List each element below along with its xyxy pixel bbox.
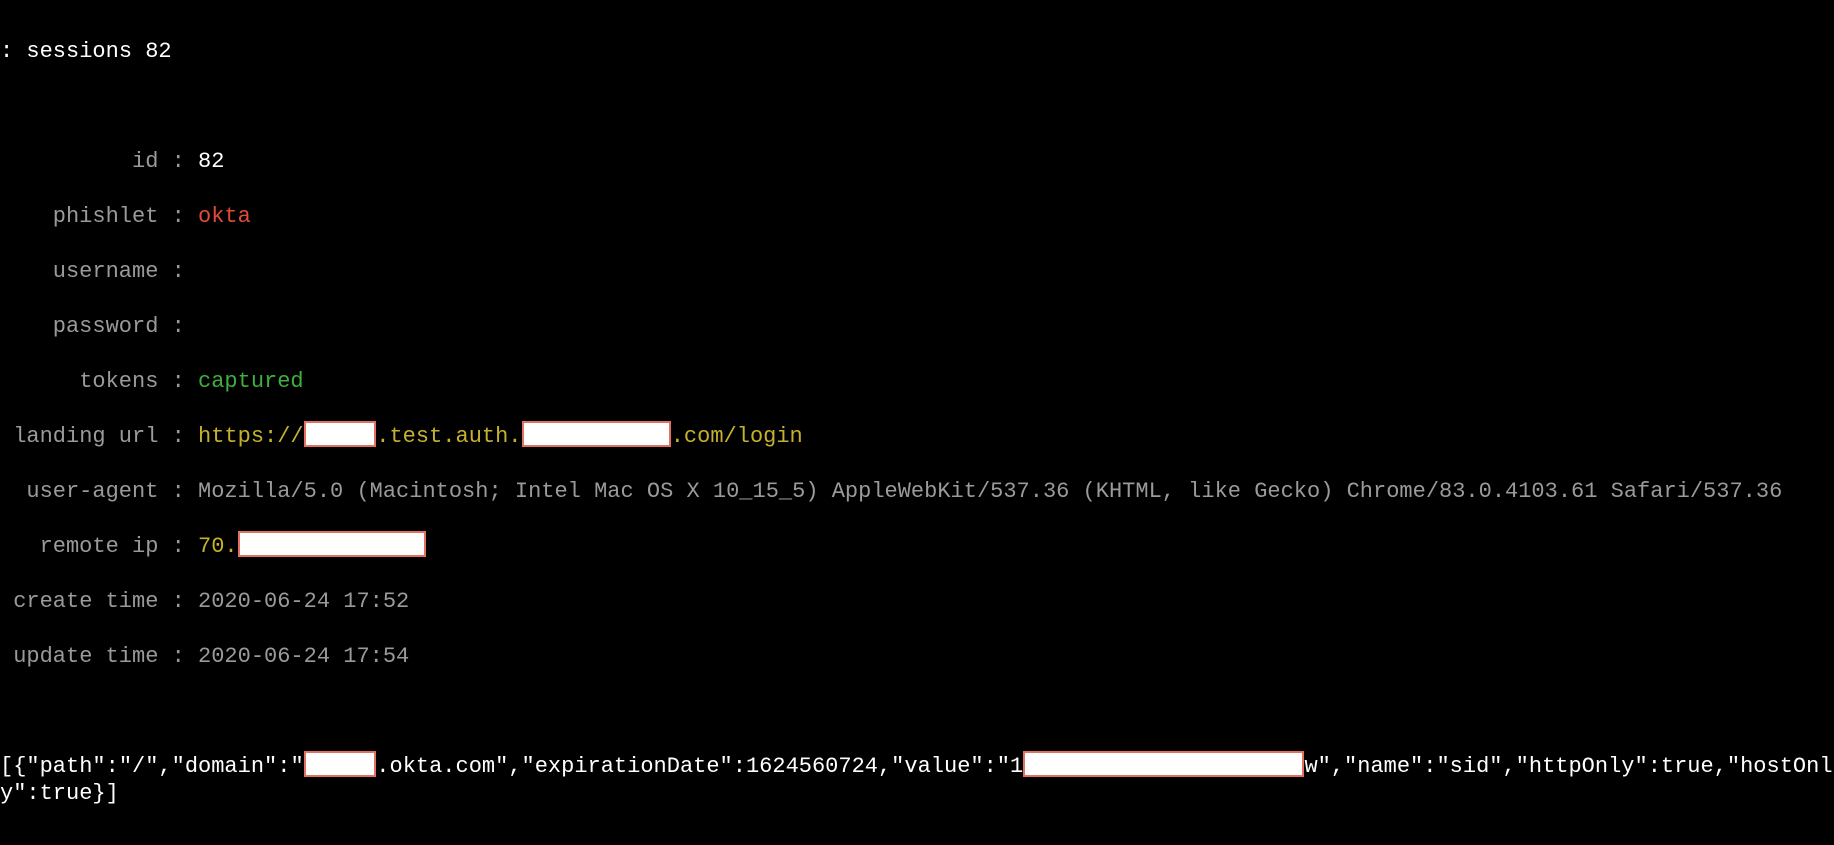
value-landing-url: https:// .test.auth. .com/login <box>198 424 803 449</box>
redacted-block <box>238 531 427 557</box>
cookie-part-2: .okta.com","expirationDate":1624560724,"… <box>376 754 1023 779</box>
value-remote-ip: 70. <box>198 534 426 559</box>
value-user-agent: Mozilla/5.0 (Macintosh; Intel Mac OS X 1… <box>198 479 1782 504</box>
value-update-time: 2020-06-24 17:54 <box>198 644 409 669</box>
label-create-time: create time <box>13 588 158 616</box>
value-create-time: 2020-06-24 17:52 <box>198 589 409 614</box>
label-update-time: update time <box>13 643 158 671</box>
landing-url-suffix: .com/login <box>671 424 803 449</box>
value-phishlet: okta <box>198 204 251 229</box>
label-password: password <box>13 313 158 341</box>
label-username: username <box>13 258 158 286</box>
redacted-block <box>304 421 377 447</box>
landing-url-prefix: https:// <box>198 424 304 449</box>
label-user-agent: user-agent <box>13 478 158 506</box>
label-phishlet: phishlet <box>13 203 158 231</box>
label-landing-url: landing url <box>13 423 158 451</box>
value-tokens: captured <box>198 369 304 394</box>
landing-url-mid: .test.auth. <box>376 424 521 449</box>
remote-ip-prefix: 70. <box>198 534 238 559</box>
cookie-json-line: [{"path":"/","domain":" .okta.com","expir… <box>0 753 1834 808</box>
label-id: id <box>13 148 158 176</box>
value-id: 82 <box>198 149 224 174</box>
redacted-block <box>304 751 377 777</box>
terminal-output: : sessions 82 id : 82 phishlet : okta us… <box>0 0 1834 845</box>
cookie-part-1: [{"path":"/","domain":" <box>0 754 304 779</box>
prompt-colon: : <box>0 39 13 64</box>
label-remote-ip: remote ip <box>13 533 158 561</box>
redacted-block <box>522 421 671 447</box>
command-name: sessions <box>26 39 132 64</box>
redacted-block <box>1023 751 1304 777</box>
command-arg: 82 <box>145 39 171 64</box>
label-tokens: tokens <box>13 368 158 396</box>
